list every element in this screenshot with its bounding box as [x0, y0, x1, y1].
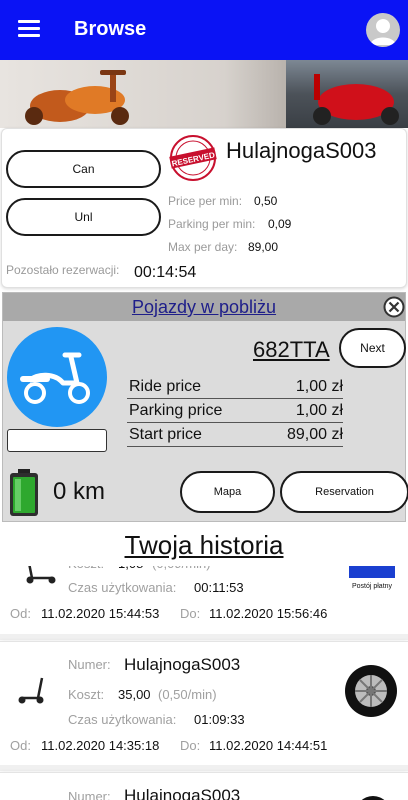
- ride-price-label: Ride price: [129, 378, 202, 395]
- number-value: HulajnogaS003: [124, 786, 241, 800]
- parking-price-value: 1,00 zł: [295, 402, 343, 419]
- divider: [0, 634, 408, 640]
- scooter-icon: [7, 327, 107, 427]
- unlock-button[interactable]: Unl: [6, 198, 161, 236]
- banner-image-right: [286, 60, 408, 128]
- usage-value: 00:11:53: [194, 580, 244, 595]
- number-label: Numer:: [68, 789, 111, 800]
- to-value: 11.02.2020 14:44:51: [209, 738, 328, 753]
- number-label: Numer:: [68, 657, 111, 672]
- usage-value: 01:09:33: [194, 712, 245, 727]
- next-button[interactable]: Next: [339, 328, 406, 368]
- from-label: Od:: [10, 606, 31, 621]
- rate-value: (0,50/min): [158, 687, 217, 702]
- ride-price-value: 1,00 zł: [295, 378, 343, 395]
- cost-value: 35,00: [118, 687, 151, 702]
- cancel-button[interactable]: Can: [6, 150, 161, 188]
- number-value: HulajnogaS003: [124, 655, 241, 674]
- tire-icon: [345, 665, 397, 717]
- paid-parking-text: Postój płatny: [352, 583, 393, 590]
- vehicle-code-field[interactable]: [7, 429, 107, 452]
- app-bar: Browse: [0, 0, 408, 60]
- reserved-stamp-icon: RESERVED: [168, 133, 218, 183]
- nearby-vehicles-panel: Pojazdy w pobliżu 682TTA Next Ride price…: [2, 292, 408, 522]
- from-value: 11.02.2020 15:44:53: [41, 606, 160, 621]
- map-button[interactable]: Mapa: [180, 471, 275, 513]
- battery-icon: [9, 469, 39, 517]
- scooter-banner-illustration: [25, 70, 129, 125]
- close-icon[interactable]: [383, 296, 405, 318]
- cost-label: Koszt:: [68, 687, 105, 702]
- usage-label: Czas użytkowania:: [68, 580, 177, 595]
- menu-icon[interactable]: [18, 20, 40, 38]
- remaining-timer: 00:14:54: [134, 264, 197, 281]
- max-per-day-label: Max per day:: [168, 240, 238, 254]
- avatar-icon[interactable]: [366, 13, 400, 47]
- to-value: 11.02.2020 15:56:46: [209, 606, 328, 621]
- parking-per-min-value: 0,09: [268, 217, 292, 231]
- distance-value: 0 km: [53, 478, 106, 505]
- app-title: Browse: [74, 18, 147, 40]
- nearby-header: Pojazdy w pobliżu: [3, 293, 405, 321]
- to-label: Do:: [180, 606, 201, 621]
- ride-price-row: Ride price 1,00 zł: [127, 375, 343, 399]
- parking-per-min-label: Parking per min:: [168, 217, 256, 231]
- kick-scooter-icon: [18, 677, 44, 704]
- reserved-vehicle-name: HulajnogaS003: [226, 138, 377, 163]
- max-per-day-value: 89,00: [248, 240, 279, 254]
- reservation-button[interactable]: Reservation: [280, 471, 408, 513]
- parking-price-row: Parking price 1,00 zł: [127, 399, 343, 423]
- nearby-title[interactable]: Pojazdy w pobliżu: [3, 297, 405, 318]
- start-price-value: 89,00 zł: [286, 426, 343, 443]
- from-value: 11.02.2020 14:35:18: [41, 738, 160, 753]
- history-title: Twoja historia: [124, 530, 284, 560]
- to-label: Do:: [180, 738, 201, 753]
- price-per-min-label: Price per min:: [168, 194, 243, 208]
- vehicle-plate: 682TTA: [253, 337, 330, 362]
- start-price-label: Start price: [129, 426, 202, 443]
- usage-label: Czas użytkowania:: [68, 712, 177, 727]
- start-price-row: Start price 89,00 zł: [127, 423, 343, 447]
- from-label: Od:: [10, 738, 31, 753]
- banner-image: [0, 60, 408, 128]
- parking-price-label: Parking price: [129, 402, 223, 419]
- price-per-min-value: 0,50: [254, 194, 278, 208]
- divider: [0, 765, 408, 771]
- remaining-label: Pozostało rezerwacji:: [6, 263, 120, 277]
